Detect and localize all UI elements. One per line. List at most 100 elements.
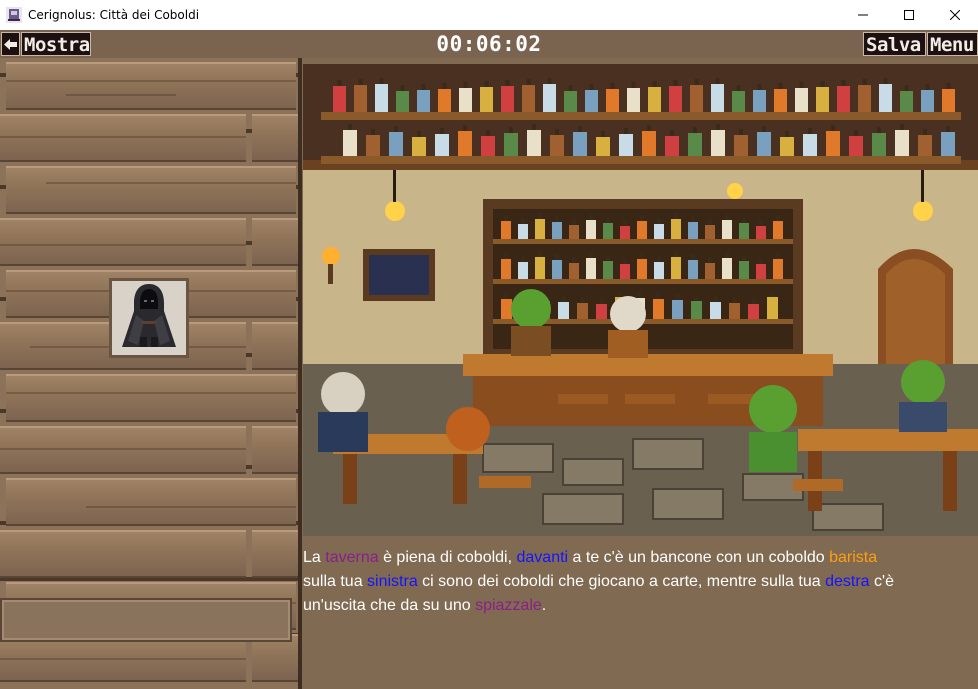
bottle-neck (637, 292, 642, 298)
panel-divider (298, 58, 302, 689)
bottle (573, 132, 587, 156)
bottle (637, 221, 647, 239)
bottle (773, 221, 783, 239)
bottle-neck (526, 79, 531, 85)
hooded-cloaked-figure-icon (116, 281, 182, 355)
bottle (642, 131, 656, 156)
back-arrow-icon (4, 32, 17, 56)
keyword-sinistra[interactable]: sinistra (367, 573, 418, 590)
wood-plank (0, 426, 246, 474)
bottle-neck (742, 255, 746, 261)
bottle-neck (716, 124, 720, 130)
bottle-neck (656, 293, 661, 299)
bottle (389, 132, 403, 156)
bottle-neck (640, 253, 644, 259)
bottle-neck (854, 130, 858, 136)
bottle-neck (538, 251, 542, 257)
bottle (501, 299, 512, 319)
bottle-neck (841, 80, 846, 86)
bottle (375, 84, 388, 112)
bottle-neck (442, 83, 447, 89)
bottle-neck (820, 81, 825, 87)
bottle-neck (670, 130, 674, 136)
bottle (654, 262, 664, 279)
game-toolbar: 00:06:02 Mostra Salva Menu (0, 30, 978, 58)
inventory-slot[interactable] (0, 598, 292, 642)
bottle-neck (759, 220, 763, 226)
bottle (665, 136, 679, 156)
bottle (756, 264, 766, 279)
wood-plank (0, 218, 246, 266)
bottle (480, 87, 493, 112)
bottle (627, 88, 640, 112)
bottle (654, 224, 664, 239)
bottle-neck (657, 256, 661, 262)
maximize-icon[interactable] (886, 0, 932, 30)
bottle-neck (713, 296, 718, 302)
bottle (773, 259, 783, 279)
bottle (653, 299, 664, 319)
bottle (558, 302, 569, 319)
window-title: Cerignolus: Città dei Coboldi (28, 8, 200, 22)
bottle (620, 226, 630, 239)
bottle-neck (742, 217, 746, 223)
minimize-icon[interactable] (840, 0, 886, 30)
character-portrait[interactable] (109, 278, 189, 358)
keyword-davanti[interactable]: davanti (517, 549, 569, 566)
bottle (711, 84, 724, 112)
bottle-neck (589, 252, 593, 258)
bottle-neck (358, 79, 363, 85)
bottle-neck (708, 257, 712, 263)
bottle (569, 263, 579, 279)
bottle-neck (785, 131, 789, 137)
bottle (795, 88, 808, 112)
bottle-neck (946, 83, 951, 89)
show-button[interactable]: Mostra (21, 32, 91, 56)
bottle-neck (538, 213, 542, 219)
bottle (879, 84, 892, 112)
bottle (354, 85, 367, 112)
keyword-barista[interactable]: barista (829, 549, 877, 566)
wood-plank (252, 218, 298, 266)
bottle-neck (440, 128, 444, 134)
save-button[interactable]: Salva (863, 32, 926, 56)
keyword-taverna[interactable]: taverna (325, 549, 378, 566)
description-line-3: un'uscita che da su uno spiazzale. (303, 597, 547, 614)
bottle (895, 130, 909, 156)
bottle (577, 303, 588, 319)
description-line-2: sulla tua sinistra ci sono dei coboldi c… (303, 573, 894, 590)
bottle (564, 91, 577, 112)
bottle (780, 137, 794, 156)
bottle-neck (762, 126, 766, 132)
bottle (501, 86, 514, 112)
bottle-neck (555, 254, 559, 260)
bottle (606, 89, 619, 112)
bottle-neck (348, 124, 352, 130)
bottle-neck (606, 255, 610, 261)
bottle-neck (675, 294, 680, 300)
bottle-neck (486, 130, 490, 136)
bottle-neck (623, 258, 627, 264)
bottle (858, 85, 871, 112)
keyword-destra[interactable]: destra (825, 573, 869, 590)
bottle-neck (504, 215, 508, 221)
back-button[interactable] (1, 32, 20, 56)
bottle-neck (640, 215, 644, 221)
bottle-neck (599, 298, 604, 304)
bottle-neck (623, 220, 627, 226)
bottle (690, 85, 703, 112)
bottle (739, 261, 749, 279)
bottle-neck (505, 80, 510, 86)
bottle-neck (904, 85, 909, 91)
bottle-neck (799, 82, 804, 88)
keyword-spiazzale[interactable]: spiazzale (475, 597, 542, 614)
menu-button[interactable]: Menu (927, 32, 978, 56)
close-icon[interactable] (932, 0, 978, 30)
bottle-neck (504, 293, 509, 299)
bottle (458, 131, 472, 156)
bottle (688, 260, 698, 279)
bottle (585, 90, 598, 112)
bottle-neck (394, 126, 398, 132)
bottle-neck (379, 78, 384, 84)
bottle (753, 90, 766, 112)
